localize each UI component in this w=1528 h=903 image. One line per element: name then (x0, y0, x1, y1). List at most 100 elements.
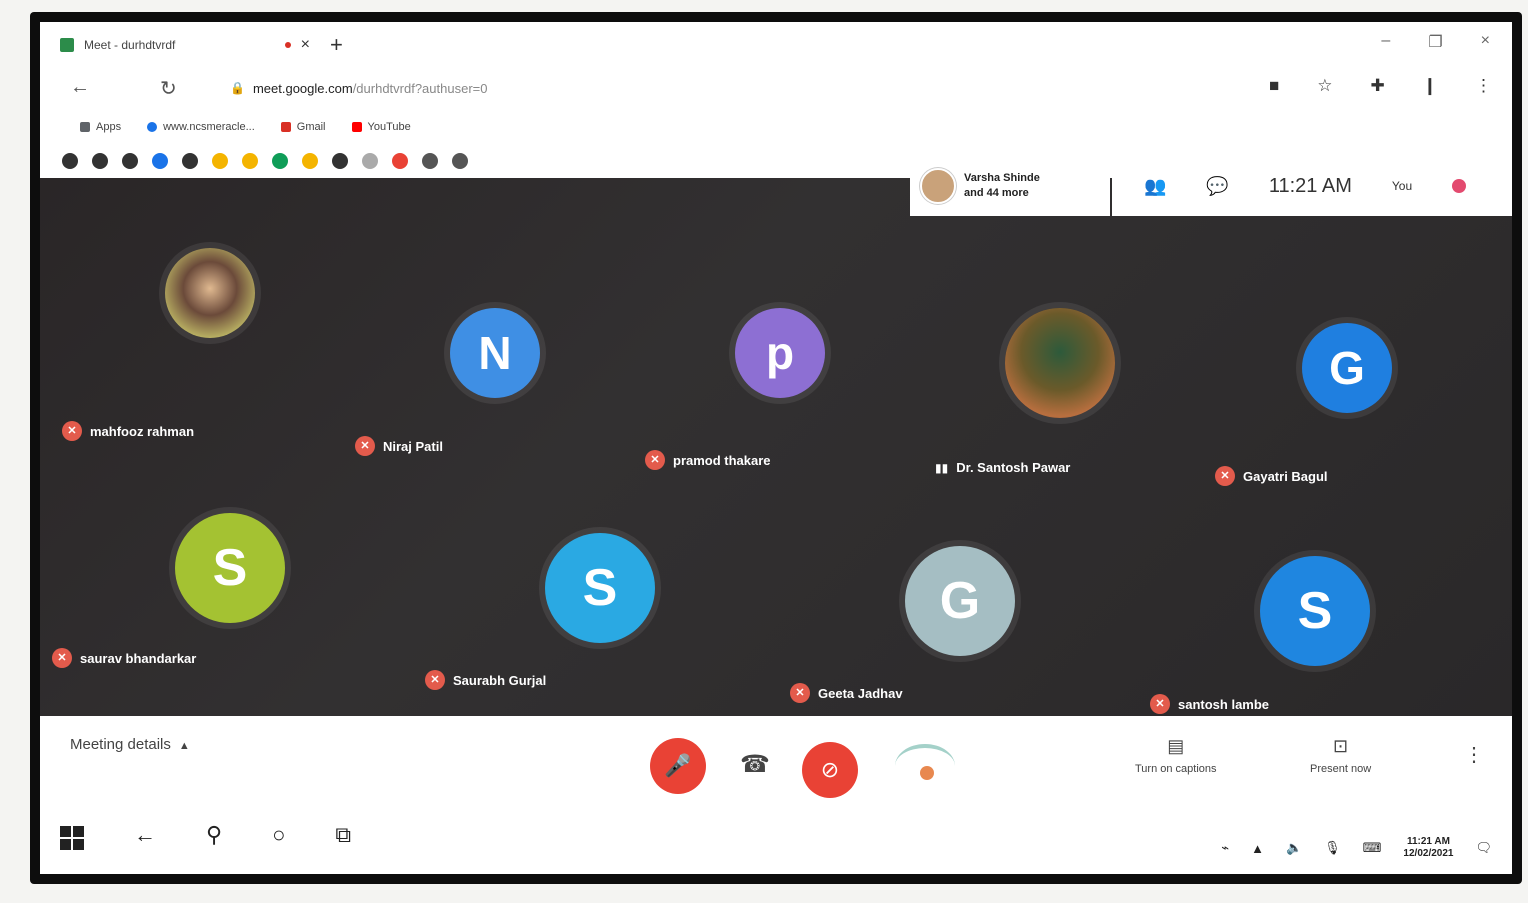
recording-dot-icon (284, 42, 291, 48)
back-arrow-icon[interactable]: ← (134, 822, 156, 850)
participant-tile[interactable]: S (175, 513, 285, 623)
bookmarks-bar: Apps www.ncsmeracle... Gmail YouTube (40, 110, 1512, 144)
new-tab-button[interactable]: + (330, 32, 343, 58)
participant-tile[interactable]: N (450, 308, 540, 398)
volume-icon[interactable]: 🔈 (1286, 840, 1302, 856)
maximize-button[interactable]: ❐ (1428, 32, 1442, 52)
extension-icon[interactable] (152, 153, 168, 169)
meet-header: 👥 💬 11:21 AM You (1112, 156, 1512, 216)
extension-icon[interactable] (272, 153, 288, 169)
participant-tile[interactable]: G (905, 546, 1015, 656)
avatar: S (545, 533, 655, 643)
people-icon[interactable]: 👥 (1144, 176, 1166, 197)
participant-tile[interactable]: S (1260, 556, 1370, 666)
speaker-more: and 44 more (964, 187, 1029, 199)
camera-toggle-button[interactable]: ⊘ (802, 742, 858, 798)
participant-label: ✕ Saurabh Gurjal (425, 670, 546, 690)
meet-grid: Varsha Shinde and 44 more 👥 💬 11:21 AM Y… (40, 156, 1512, 716)
extension-icon[interactable] (332, 153, 348, 169)
extension-icon[interactable] (242, 153, 258, 169)
extension-icon[interactable] (392, 153, 408, 169)
present-now-button[interactable]: ⊡ Present now (1310, 736, 1371, 775)
participant-label: ✕ pramod thakare (645, 450, 771, 470)
speaking-icon: ▮▮ (935, 460, 949, 475)
screen: Meet - durhdtvrdf × + – ❐ × ← ↻ 🔒 meet.g… (40, 22, 1512, 874)
url-domain: meet.google.com (252, 80, 353, 96)
extension-icon[interactable] (302, 153, 318, 169)
mic-off-icon: ✕ (355, 436, 375, 456)
network-icon[interactable]: ⌁ (1221, 840, 1229, 856)
browser-menu-icon[interactable]: ⋮ (1475, 76, 1492, 96)
participant-label: ✕ Gayatri Bagul (1215, 466, 1328, 486)
mic-off-icon: ✕ (1150, 694, 1170, 714)
tab-bar: Meet - durhdtvrdf × + – ❐ × (40, 22, 1512, 66)
mic-icon[interactable]: 🎙 (1324, 840, 1341, 856)
extension-icon[interactable] (422, 153, 438, 169)
meet-top-strip: Varsha Shinde and 44 more 👥 💬 11:21 AM Y… (910, 156, 1512, 216)
participant-label: ✕ Geeta Jadhav (790, 683, 903, 703)
mic-off-icon: ✕ (790, 683, 810, 703)
mic-toggle-button[interactable]: 🎤 (650, 738, 706, 794)
speaker-name: Varsha Shinde (964, 172, 1040, 184)
bookmark-apps[interactable]: Apps (80, 121, 121, 133)
extension-icon[interactable] (362, 153, 378, 169)
window-controls: – ❐ × (1381, 32, 1490, 52)
participant-label: ✕ saurav bhandarkar (52, 648, 196, 668)
participant-tile[interactable]: p (735, 308, 825, 398)
notifications-icon[interactable]: 🗨 (1475, 840, 1492, 856)
participant-tile[interactable]: S (545, 533, 655, 643)
tab-meet[interactable]: Meet - durhdtvrdf × (60, 30, 310, 60)
profile-icon[interactable]: ❙ (1423, 76, 1437, 96)
tab-close-button[interactable]: × (301, 36, 310, 54)
participant-label: ✕ mahfooz rahman (62, 421, 194, 441)
present-icon: ⊡ (1333, 736, 1349, 756)
mic-off-icon: ✕ (62, 421, 82, 441)
keyboard-icon[interactable]: ⌨ (1363, 840, 1382, 856)
leave-call-button[interactable]: ☎ (740, 750, 770, 779)
extension-icon[interactable] (122, 153, 138, 169)
mic-off-icon: ✕ (425, 670, 445, 690)
more-options-icon[interactable]: ⋮ (1464, 742, 1484, 767)
avatar: S (175, 513, 285, 623)
participant-label: ✕ santosh lambe (1150, 694, 1269, 714)
mic-off-icon: 🎤 (664, 753, 692, 778)
participant-tile[interactable] (1005, 308, 1115, 418)
camera-indicator-icon[interactable]: ■ (1269, 76, 1279, 96)
search-icon[interactable]: ⚲ (206, 822, 222, 850)
task-view-icon[interactable]: ⧉ (335, 822, 351, 850)
cortana-icon[interactable]: ○ (272, 822, 285, 850)
active-speaker-chip[interactable]: Varsha Shinde and 44 more (910, 156, 1110, 216)
minimize-button[interactable]: – (1381, 32, 1390, 52)
bookmark-gmail[interactable]: Gmail (280, 121, 326, 133)
extension-icon[interactable] (452, 153, 468, 169)
extension-icon[interactable] (212, 153, 228, 169)
chat-icon[interactable]: 💬 (1206, 176, 1228, 197)
captions-icon: ▤ (1167, 736, 1185, 756)
chevron-up-icon: ▲ (178, 740, 190, 752)
back-button[interactable]: ← (70, 76, 90, 101)
meeting-details-button[interactable]: Meeting details ▲ (70, 736, 190, 753)
bookmark-youtube[interactable]: YouTube (351, 121, 411, 133)
windows-start-icon[interactable] (60, 826, 84, 850)
gmail-icon (280, 122, 291, 133)
participant-tile[interactable]: G (1302, 323, 1392, 413)
windows-taskbar: ← ⚲ ○ ⧉ ⌁ ▲ 🔈 🎙 ⌨ 11:21 AM 12/02/2021 🗨 (40, 814, 1512, 874)
reload-button[interactable]: ↻ (160, 76, 177, 101)
participant-label: ✕ Niraj Patil (355, 436, 443, 456)
captions-button[interactable]: ▤ Turn on captions (1135, 736, 1217, 775)
meeting-time: 11:21 AM (1268, 174, 1352, 197)
youtube-icon (351, 122, 362, 133)
url-input[interactable]: 🔒 meet.google.com/durhdtvrdf?authuser=0 (230, 74, 1210, 102)
participant-tile[interactable] (165, 248, 255, 338)
clock[interactable]: 11:21 AM 12/02/2021 (1403, 836, 1453, 860)
bookmark-star-icon[interactable]: ☆ (1317, 76, 1332, 96)
close-window-button[interactable]: × (1481, 32, 1490, 52)
extensions-puzzle-icon[interactable]: ✚ (1371, 76, 1385, 96)
extension-icon[interactable] (62, 153, 78, 169)
chevron-up-icon[interactable]: ▲ (1251, 841, 1264, 856)
extension-icon[interactable] (182, 153, 198, 169)
avatar (165, 248, 255, 338)
speaker-avatar (920, 168, 956, 204)
extension-icon[interactable] (92, 153, 108, 169)
bookmark-site[interactable]: www.ncsmeracle... (147, 121, 255, 133)
